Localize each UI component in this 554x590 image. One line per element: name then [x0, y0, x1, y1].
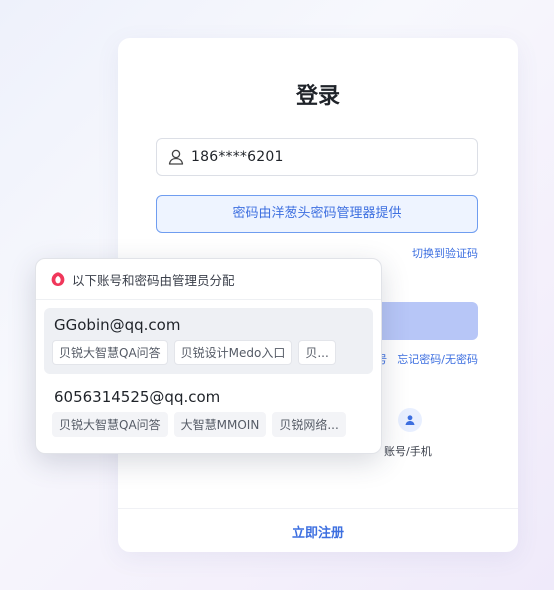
register-link[interactable]: 立即注册 [118, 522, 518, 541]
account-tag: 贝... [298, 340, 336, 365]
user-icon [168, 149, 184, 165]
person-icon [405, 415, 415, 425]
account-login-method-label[interactable]: 账号/手机 [384, 443, 432, 459]
card-divider [118, 508, 518, 509]
forgot-password-link[interactable]: 忘记密码/无密码 [397, 353, 478, 366]
password-manager-banner[interactable]: 密码由洋葱头密码管理器提供 [156, 195, 478, 233]
account-value: 186****6201 [191, 149, 284, 165]
switch-to-code-link[interactable]: 切换到验证码 [412, 245, 478, 261]
account-email: 6056314525@qq.com [54, 388, 221, 406]
account-tag: 贝锐大智慧QA问答 [52, 340, 168, 365]
page-title: 登录 [295, 84, 340, 109]
account-email: GGobin@qq.com [54, 316, 181, 334]
account-input[interactable]: 186****6201 [156, 138, 478, 176]
account-tag: 贝锐网络... [272, 412, 346, 437]
popup-header: 以下账号和密码由管理员分配 [36, 259, 381, 300]
account-tag: 贝锐设计Medo入口 [173, 340, 293, 365]
account-login-method-icon[interactable] [398, 408, 422, 432]
links-row: 号忘记密码/无密码 [376, 351, 478, 367]
account-option[interactable]: 6056314525@qq.com 贝锐大智慧QA问答 大智慧MMOIN 贝锐网… [44, 380, 373, 440]
onion-logo-icon [51, 272, 65, 286]
account-tag: 大智慧MMOIN [173, 412, 267, 437]
account-tags: 贝锐大智慧QA问答 贝锐设计Medo入口 贝... [52, 340, 365, 365]
password-manager-popup: 以下账号和密码由管理员分配 GGobin@qq.com 贝锐大智慧QA问答 贝锐… [35, 258, 382, 454]
account-option[interactable]: GGobin@qq.com 贝锐大智慧QA问答 贝锐设计Medo入口 贝... [44, 308, 373, 374]
account-tag: 贝锐大智慧QA问答 [52, 412, 168, 437]
popup-header-text: 以下账号和密码由管理员分配 [72, 272, 235, 288]
account-tags: 贝锐大智慧QA问答 大智慧MMOIN 贝锐网络... [52, 412, 365, 437]
